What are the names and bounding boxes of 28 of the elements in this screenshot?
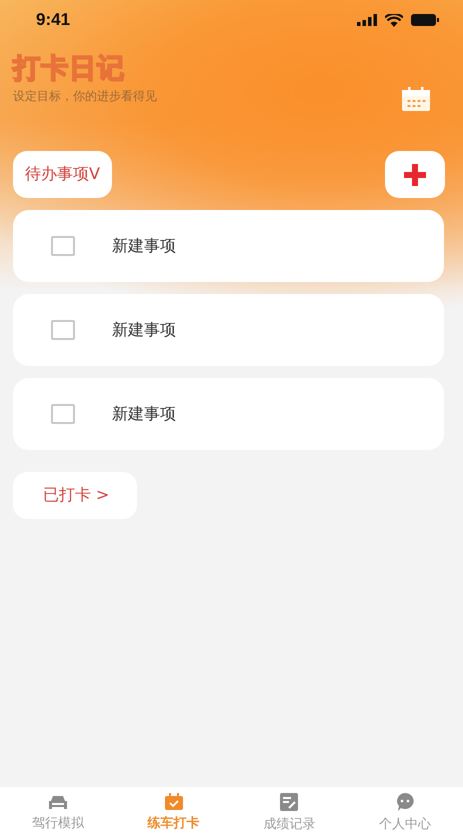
done-toggle[interactable]: 已打卡 > — [13, 472, 137, 519]
tab-bar-item[interactable]: 驾行模拟 — [0, 787, 116, 838]
task-card[interactable]: 新建事项 — [13, 378, 444, 450]
chat-bubble-icon — [395, 792, 416, 812]
task-label: 新建事项 — [112, 320, 176, 340]
signal-icon — [357, 14, 377, 26]
page-title: 打卡日记 — [13, 52, 126, 86]
task-checkbox[interactable] — [51, 404, 75, 424]
page-subtitle: 设定目标，你的进步看得见 — [13, 88, 157, 105]
tab-bar-item[interactable]: 练车打卡 — [116, 787, 232, 838]
add-button[interactable] — [385, 151, 445, 198]
car-icon — [46, 794, 69, 810]
battery-icon — [411, 14, 439, 26]
calendar-icon[interactable] — [401, 87, 431, 111]
task-card[interactable]: 新建事项 — [13, 294, 444, 366]
task-checkbox[interactable] — [51, 320, 75, 340]
wifi-icon — [385, 14, 403, 26]
task-label: 新建事项 — [112, 404, 176, 424]
calendar-icon — [164, 793, 184, 811]
pending-dropdown[interactable]: 待办事项V — [13, 151, 112, 198]
notes-icon — [279, 792, 300, 812]
tab-bar-item[interactable]: 个人中心 — [347, 787, 463, 838]
status-time: 9:41 — [36, 10, 70, 30]
plus-icon — [403, 162, 427, 186]
task-card[interactable]: 新建事项 — [13, 210, 444, 282]
task-checkbox[interactable] — [51, 236, 75, 256]
task-label: 新建事项 — [112, 236, 176, 256]
tab-bar-item[interactable]: 成绩记录 — [232, 787, 348, 838]
